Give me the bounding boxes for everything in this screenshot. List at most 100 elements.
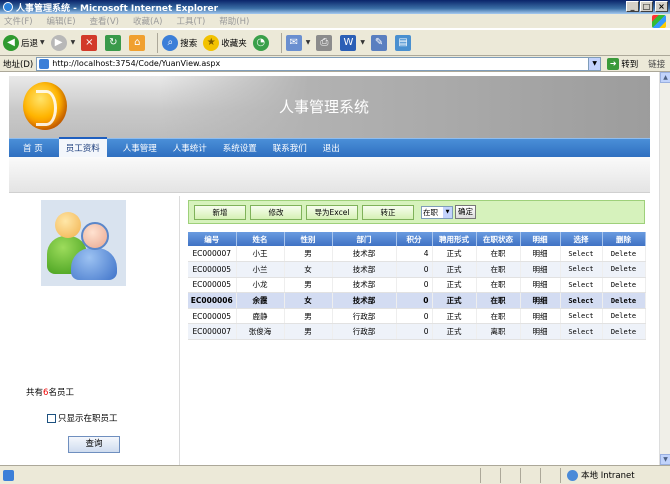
forward-button[interactable]: ▶ ▼ [50,34,76,51]
select-link[interactable]: Select [560,261,603,278]
address-bar: 地址(D) http://localhost:3754/Code/YuanVie… [0,56,670,72]
delete-link[interactable]: Delete [602,308,646,325]
detail-link[interactable]: 明细 [520,323,561,341]
delete-link[interactable]: Delete [602,323,646,341]
delete-link[interactable]: Delete [602,246,646,263]
mail-icon: ✉ [285,34,302,51]
menu-favorites[interactable]: 收藏(A) [133,15,162,27]
select-link[interactable]: Select [560,292,603,309]
page-icon [39,58,50,69]
print-button[interactable]: ⎙ [316,34,334,51]
status-select[interactable]: 在职 ▼ [421,205,453,219]
table-row[interactable]: EC000007 小王男技术部 4 正式 在职 明细 Select Delete [188,246,646,263]
cell-status: 在职 [476,292,521,309]
status-select-value: 在职 [423,207,438,217]
star-icon: ★ [203,34,220,51]
query-button[interactable]: 查询 [68,436,120,453]
col-header-id[interactable]: 编号 [188,232,237,246]
col-header-status[interactable]: 在职状态 [476,232,521,246]
menu-help[interactable]: 帮助(H) [219,15,249,27]
intranet-icon [567,469,578,481]
scroll-down-icon[interactable]: ▼ [660,454,670,465]
delete-link[interactable]: Delete [602,292,646,309]
detail-link[interactable]: 明细 [520,277,561,294]
col-header-department[interactable]: 部门 [332,232,397,246]
col-header-gender[interactable]: 性别 [284,232,333,246]
menu-view[interactable]: 查看(V) [90,15,119,27]
detail-link[interactable]: 明细 [520,261,561,278]
menu-edit[interactable]: 编辑(E) [47,15,76,27]
cell-id: EC000005 [188,261,237,278]
header-band [159,76,650,138]
nav-contact-us[interactable]: 联系我们 [273,142,307,154]
col-header-points[interactable]: 积分 [396,232,433,246]
nav-hr-management[interactable]: 人事管理 [123,142,157,154]
table-row[interactable]: EC000005 小兰女技术部 0 正式 在职 明细 Select Delete [188,261,646,278]
detail-link[interactable]: 明细 [520,246,561,263]
table-row[interactable]: EC000005 小龙男技术部 0 正式 在职 明细 Select Delete [188,277,646,294]
nav-system-settings[interactable]: 系统设置 [223,142,257,154]
select-link[interactable]: Select [560,277,603,294]
detail-link[interactable]: 明细 [520,308,561,325]
chevron-down-icon[interactable]: ▼ [71,39,76,46]
cell-name: 小兰 [236,261,285,278]
go-button[interactable]: ➜ 转到 [607,57,639,70]
cell-points: 0 [396,308,433,325]
nav-hr-statistics[interactable]: 人事统计 [173,142,207,154]
col-header-name[interactable]: 姓名 [236,232,285,246]
table-row[interactable]: EC000005 鹿静男行政部 0 正式 在职 明细 Select Delete [188,308,646,325]
delete-link[interactable]: Delete [602,277,646,294]
cell-gender: 男 [284,308,333,325]
menu-file[interactable]: 文件(F) [4,15,33,27]
add-button[interactable]: 新增 [194,204,246,220]
chevron-down-icon[interactable]: ▼ [40,39,45,46]
address-label: 地址(D) [3,59,34,70]
active-only-filter[interactable]: 只显示在职员工 [47,412,118,424]
cell-department: 技术部 [332,246,397,263]
history-button[interactable]: ◔ [252,34,271,51]
minimize-icon[interactable]: _ [626,1,639,12]
search-button[interactable]: ⌕ 搜索 [162,34,197,51]
go-label: 转到 [621,59,639,70]
select-link[interactable]: Select [560,246,603,263]
site-header: 人事管理系统 [9,76,650,138]
nav-home[interactable]: 首 页 [23,142,43,154]
research-button[interactable]: ▤ [395,34,413,51]
nav-logout[interactable]: 退出 [323,142,340,154]
chevron-down-icon[interactable]: ▼ [360,39,365,46]
select-link[interactable]: Select [560,323,603,341]
maximize-icon[interactable]: □ [640,1,653,12]
refresh-button[interactable]: ↻ [105,34,123,51]
table-row[interactable]: EC000006 余霞女技术部 0 正式 在职 明细 Select Delete [188,292,646,309]
close-icon[interactable]: × [655,1,668,12]
detail-link[interactable]: 明细 [520,292,561,309]
chevron-down-icon[interactable]: ▼ [306,39,311,46]
regularize-button[interactable]: 转正 [362,204,414,220]
export-excel-button[interactable]: 导为Excel [306,204,358,220]
delete-link[interactable]: Delete [602,261,646,278]
table-row[interactable]: EC000007 张俊海男行政部 0 正式 离职 明细 Select Delete [188,323,646,341]
chevron-down-icon[interactable]: ▼ [443,206,452,218]
messenger-button[interactable]: ✎ [371,34,389,51]
confirm-button[interactable]: 确定 [455,205,476,219]
back-button[interactable]: ◀ 后退 ▼ [3,34,45,51]
active-only-checkbox[interactable] [47,413,56,423]
address-input[interactable]: http://localhost:3754/Code/YuanView.aspx… [36,56,602,71]
col-header-employment-type[interactable]: 聘用形式 [432,232,477,246]
chevron-down-icon[interactable]: ▼ [588,57,601,70]
cell-points: 0 [396,323,433,341]
menu-tools[interactable]: 工具(T) [176,15,205,27]
favorites-button[interactable]: ★ 收藏夹 [203,34,247,51]
active-only-label: 只显示在职员工 [58,414,118,424]
home-button[interactable]: ⌂ [129,34,147,51]
stop-button[interactable]: × [81,34,99,51]
vertical-scrollbar[interactable]: ▲ ▼ [659,72,670,465]
edit-word-button[interactable]: W ▼ [340,34,365,51]
edit-button[interactable]: 修改 [250,204,302,220]
cell-status: 离职 [476,323,521,341]
scroll-up-icon[interactable]: ▲ [660,72,670,83]
links-button[interactable]: 链接 [648,58,665,70]
mail-button[interactable]: ✉ ▼ [285,34,311,51]
select-link[interactable]: Select [560,308,603,325]
nav-employee-info[interactable]: 员工资料 [58,136,107,157]
